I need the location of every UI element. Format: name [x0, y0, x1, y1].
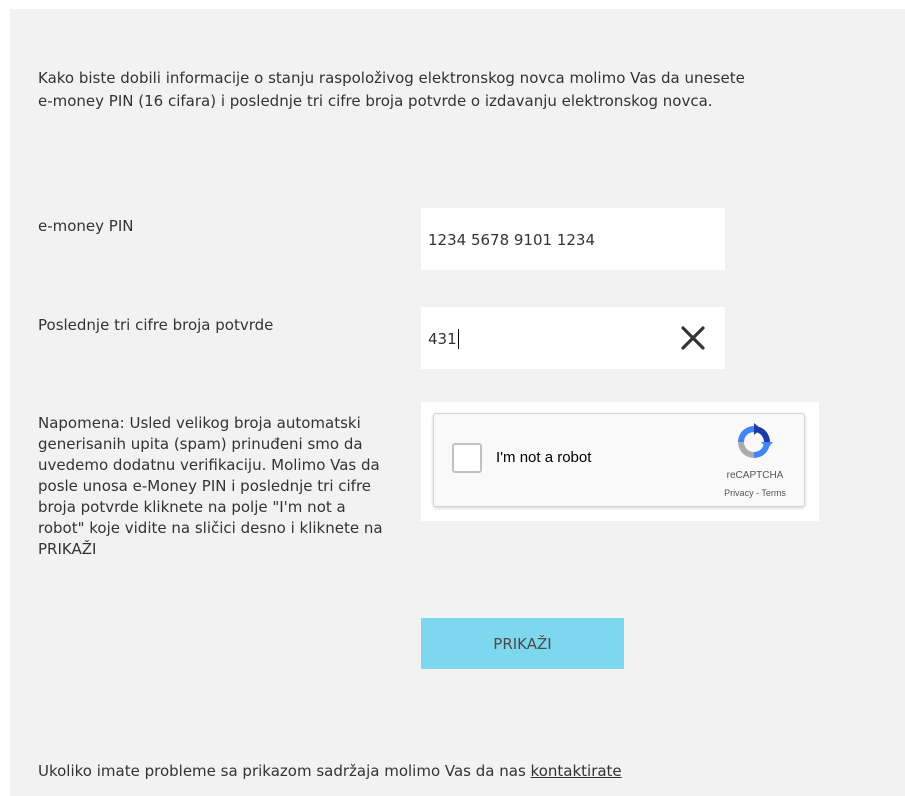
note-line: robot" koje vidite na sličici desno i kl…	[38, 519, 383, 537]
text-caret	[457, 329, 459, 349]
main-panel: Kako biste dobili informacije o stanju r…	[10, 9, 905, 796]
prikazi-button[interactable]: PRIKAŽI	[421, 618, 624, 669]
recaptcha-label: I'm not a robot	[496, 449, 592, 466]
note-line: PRIKAŽI	[38, 540, 97, 558]
recaptcha-logo-icon	[738, 423, 773, 458]
recaptcha-checkbox[interactable]	[452, 443, 482, 473]
recaptcha-container: I'm not a robot reCAPTCHA Privacy - Term…	[421, 402, 819, 521]
pin-label: e-money PIN	[38, 217, 134, 235]
note-line: generisanih upita (spam) prinuđeni smo d…	[38, 435, 363, 453]
recaptcha-brand: reCAPTCHA	[726, 470, 784, 481]
confirmation-digits-label: Poslednje tri cifre broja potvrde	[38, 316, 274, 334]
confirmation-digits-value: 431	[428, 330, 457, 348]
footer-message: Ukoliko imate probleme sa prikazom sadrž…	[38, 762, 531, 780]
note-line: posle unosa e-Money PIN i poslednje tri …	[38, 477, 372, 495]
note-line: broja potvrde kliknete na polje "I'm not…	[38, 498, 346, 516]
pin-input[interactable]: 1234 5678 9101 1234	[421, 208, 725, 270]
recaptcha-widget: I'm not a robot reCAPTCHA Privacy - Term…	[433, 413, 805, 507]
pin-input-value: 1234 5678 9101 1234	[428, 231, 595, 249]
note-line: uvedemo dodatnu verifikaciju. Molimo Vas…	[38, 456, 380, 474]
contact-link[interactable]: kontaktirate	[531, 762, 622, 780]
note-text: Napomena: Usled velikog broja automatski…	[38, 413, 424, 560]
intro-text: Kako biste dobili informacije o stanju r…	[38, 67, 838, 113]
note-line: Napomena: Usled velikog broja automatski	[38, 414, 361, 432]
footer-text: Ukoliko imate probleme sa prikazom sadrž…	[38, 760, 622, 782]
recaptcha-terms-link[interactable]: Terms	[761, 488, 786, 498]
intro-line-2: e-money PIN (16 cifara) i poslednje tri …	[38, 92, 713, 110]
close-x-icon[interactable]	[679, 324, 707, 352]
confirmation-digits-input[interactable]: 431	[421, 307, 725, 369]
recaptcha-links: Privacy - Terms	[713, 488, 797, 498]
intro-line-1: Kako biste dobili informacije o stanju r…	[38, 69, 745, 87]
recaptcha-privacy-link[interactable]: Privacy	[724, 488, 754, 498]
